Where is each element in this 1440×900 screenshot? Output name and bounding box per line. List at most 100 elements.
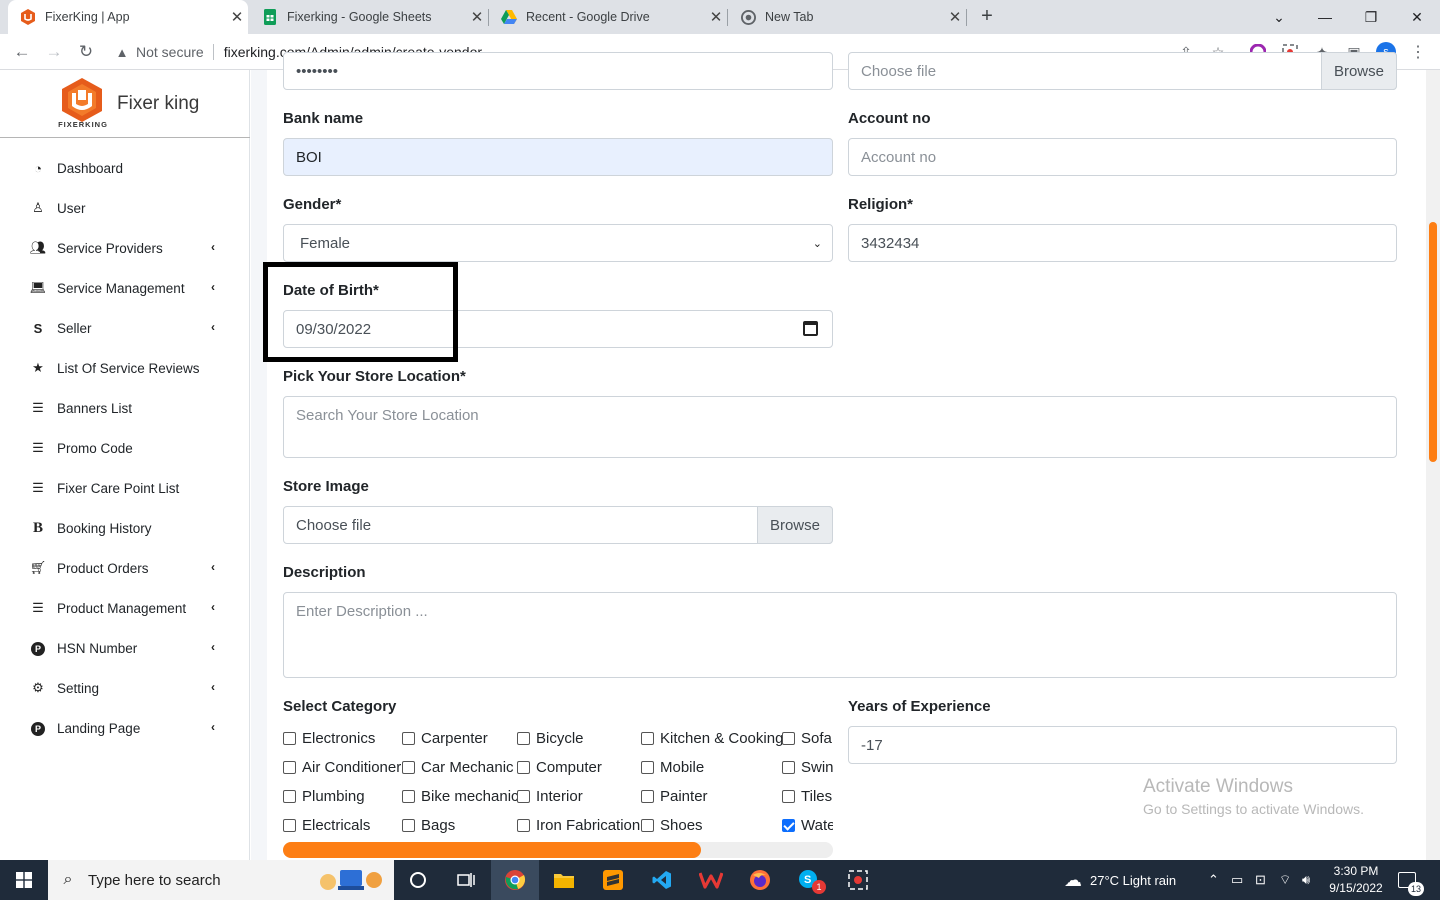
tab-google-sheets[interactable]: Fixerking - Google Sheets ✕ [250,0,488,34]
checkbox[interactable] [517,731,530,745]
wifi-icon[interactable]: ⌔ [1279,860,1291,900]
show-hidden-icons-chevron-icon[interactable]: ⌃ [1208,860,1219,900]
checkbox[interactable] [402,789,415,803]
screen-recorder-icon[interactable] [834,860,882,900]
checkbox[interactable] [402,731,415,745]
calendar-icon[interactable] [803,321,818,336]
sidebar-item-setting[interactable]: ⚙ Setting ‹ [0,668,250,708]
religion-input[interactable]: 3432434 [848,224,1397,262]
category-checkbox[interactable]: Sofa [782,728,832,748]
brand[interactable]: FIXERKING Fixer king [0,70,250,138]
chevron-left-icon[interactable]: ‹ [211,240,215,254]
task-view-icon[interactable] [442,860,490,900]
sidebar-item-banners-list[interactable]: ☰ Banners List [0,388,250,428]
description-textarea[interactable]: Enter Description ... [283,592,1397,678]
checkbox[interactable] [517,760,530,774]
sidebar-item-service-providers[interactable]: 👥︎ Service Providers ‹ [0,228,250,268]
category-checkbox[interactable]: Iron Fabrication [517,815,640,835]
category-checkbox[interactable]: Plumbing [283,786,365,806]
gender-select[interactable]: Female ⌄ [283,224,833,262]
cortana-icon[interactable] [394,860,442,900]
sidebar-item-hsn-number[interactable]: P HSN Number ‹ [0,628,250,668]
checkbox-checked[interactable] [782,818,795,832]
store-image-file-input[interactable]: Choose file Browse [283,506,833,544]
category-checkbox[interactable]: Electricals [283,815,370,835]
category-checkbox[interactable]: Bike mechanic [402,786,519,806]
category-checkbox[interactable]: Electronics [283,728,375,748]
bank-name-input[interactable]: BOI [283,138,833,176]
taskbar-search-box[interactable]: ⌕ Type here to search [48,860,394,900]
forward-arrow-icon[interactable]: → [42,40,66,64]
checkbox[interactable] [283,789,296,803]
category-checkbox[interactable]: Kitchen & Cooking [641,728,783,748]
category-checkbox[interactable]: Interior [517,786,583,806]
chevron-left-icon[interactable]: ‹ [211,280,215,294]
checkbox[interactable] [782,789,795,803]
new-tab-plus-icon[interactable]: + [976,5,998,27]
category-checkbox[interactable]: Carpenter [402,728,488,748]
checkbox[interactable] [641,760,654,774]
checkbox[interactable] [517,818,530,832]
checkbox[interactable] [641,818,654,832]
tab-close-icon[interactable]: ✕ [705,8,727,26]
sidebar-item-dashboard[interactable]: ◔ Dashboard [0,148,250,188]
account-no-input[interactable]: Account no [848,138,1397,176]
firefox-icon[interactable] [736,860,784,900]
sidebar-item-user[interactable]: ♙ User [0,188,250,228]
checkbox[interactable] [782,731,795,745]
category-checkbox[interactable]: Shoes [641,815,703,835]
restore-icon[interactable]: ❐ [1348,0,1394,34]
security-label[interactable]: Not secure [136,44,204,60]
skype-icon[interactable]: S 1 [785,860,833,900]
checkbox[interactable] [283,760,296,774]
sidebar-item-product-management[interactable]: ☰ Product Management ‹ [0,588,250,628]
chrome-taskbar-icon[interactable] [491,860,539,900]
page-scrollbar[interactable] [1426,70,1440,860]
tab-new-tab[interactable]: New Tab ✕ [728,0,966,34]
volume-icon[interactable]: 🔊︎ [1302,860,1310,900]
checkbox[interactable] [283,818,296,832]
category-checkbox[interactable]: Computer [517,757,602,777]
store-location-textarea[interactable]: Search Your Store Location [283,396,1397,458]
chevron-left-icon[interactable]: ‹ [211,680,215,694]
tab-google-drive[interactable]: Recent - Google Drive ✕ [489,0,727,34]
back-arrow-icon[interactable]: ← [10,40,34,64]
wps-office-icon[interactable] [687,860,735,900]
sidebar-item-service-reviews[interactable]: ★ List Of Service Reviews [0,348,250,388]
chevron-left-icon[interactable]: ‹ [211,720,215,734]
chevron-left-icon[interactable]: ‹ [211,640,215,654]
category-checkbox[interactable]: Car Mechanic [402,757,514,777]
checkbox[interactable] [782,760,795,774]
tab-fixerking[interactable]: FixerKing | App ✕ [8,0,248,34]
sidebar-item-seller[interactable]: S Seller ‹ [0,308,250,348]
file-explorer-icon[interactable] [540,860,588,900]
warning-triangle-icon[interactable]: ▲ [108,45,136,60]
close-window-icon[interactable]: ✕ [1394,0,1440,34]
chevron-left-icon[interactable]: ‹ [211,320,215,334]
category-scrollbar-thumb[interactable] [283,842,701,858]
checkbox[interactable] [641,789,654,803]
category-checkbox[interactable]: Painter [641,786,708,806]
reload-icon[interactable]: ↻ [74,40,98,64]
sidebar-item-promo-code[interactable]: ☰ Promo Code [0,428,250,468]
tab-search-chevron-icon[interactable]: ⌄ [1256,0,1302,34]
chevron-left-icon[interactable]: ‹ [211,600,215,614]
experience-input[interactable]: -17 [848,726,1397,764]
tab-close-icon[interactable]: ✕ [226,8,248,26]
category-checkbox[interactable]: Wate [782,815,833,835]
checkbox[interactable] [517,789,530,803]
category-checkbox[interactable]: Air Conditioner [283,757,401,777]
windows-start-icon[interactable] [0,860,48,900]
store-image-browse-button[interactable]: Browse [756,506,833,544]
category-checkbox[interactable]: Bicycle [517,728,584,748]
tab-close-icon[interactable]: ✕ [466,8,488,26]
sublime-text-icon[interactable] [589,860,637,900]
checkbox[interactable] [402,818,415,832]
category-checkbox[interactable]: Bags [402,815,455,835]
sidebar-item-landing-page[interactable]: P Landing Page ‹ [0,708,250,748]
page-scrollbar-thumb[interactable] [1429,222,1437,462]
sidebar-item-booking-history[interactable]: B Booking History [0,508,250,548]
meet-now-icon[interactable]: ▭ [1231,860,1243,900]
weather-widget[interactable]: ☁ 27°C Light rain [1064,860,1176,900]
minimize-icon[interactable]: — [1302,0,1348,34]
